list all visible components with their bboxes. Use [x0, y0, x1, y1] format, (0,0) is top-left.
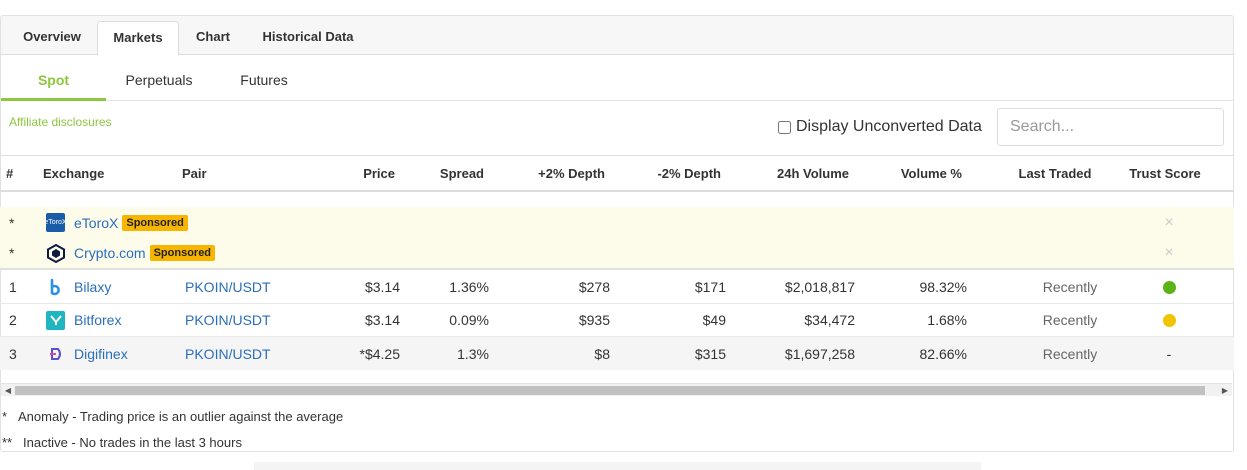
col-volume-header[interactable]: 24h Volume	[725, 156, 849, 190]
col-depth-minus-header[interactable]: -2% Depth	[610, 156, 721, 190]
table-row[interactable]: 3 Digifinex PKOIN/USDT *$4.25 1.3% $8 $3…	[0, 337, 1234, 370]
footnote-anomaly: * Anomaly - Trading price is an outlier a…	[2, 409, 343, 424]
pair-link[interactable]: PKOIN/USDT	[185, 271, 271, 303]
volume-value: $1,697,258	[784, 345, 855, 362]
exchange-cell: eToroX eToroX Sponsored	[44, 207, 188, 238]
price-value: *$4.25	[359, 345, 400, 362]
scrollbar-thumb[interactable]	[15, 386, 1205, 395]
col-price-header[interactable]: Price	[300, 156, 395, 190]
col-exchange-header[interactable]: Exchange	[43, 156, 104, 190]
col-spread-header[interactable]: Spread	[400, 156, 484, 190]
top-tab-bar: Overview Markets Chart Historical Data	[1, 16, 1233, 56]
exchange-link[interactable]: Digifinex	[74, 346, 128, 362]
trust-score-value: -	[1166, 345, 1172, 362]
sponsored-row[interactable]: * eToroX eToroX Sponsored ×	[0, 207, 1234, 239]
spread-value: 0.09%	[449, 312, 489, 328]
col-trust-score-header[interactable]: Trust Score	[1120, 156, 1210, 190]
unconverted-data-toggle[interactable]: Display Unconverted Data	[778, 118, 982, 136]
bottom-strip	[254, 462, 981, 470]
etorox-logo-icon: eToroX	[44, 213, 67, 232]
table-header: # Exchange Pair Price Spread +2% Depth -…	[0, 155, 1234, 192]
depth-plus-value: $8	[594, 345, 610, 362]
last-traded-value: Recently	[1042, 345, 1098, 362]
table-row[interactable]: 2 Bitforex PKOIN/USDT $3.14 0.09% $935 $…	[0, 304, 1234, 337]
market-type-tabs: Spot Perpetuals Futures	[1, 55, 1233, 101]
scroll-left-icon[interactable]: ◀	[3, 386, 13, 395]
spread-value: 1.3%	[457, 345, 489, 362]
tab-markets[interactable]: Markets	[97, 21, 179, 56]
price-value: $3.14	[364, 279, 400, 295]
exchange-cell: Crypto.com Sponsored	[46, 238, 216, 268]
search-input[interactable]	[997, 108, 1224, 146]
unconverted-data-checkbox[interactable]	[778, 120, 791, 134]
tab-perpetuals[interactable]: Perpetuals	[111, 55, 207, 101]
depth-minus-value: $315	[694, 345, 726, 362]
horizontal-scrollbar[interactable]: ◀ ▶	[1, 383, 1232, 396]
tab-futures[interactable]: Futures	[221, 55, 307, 101]
exchange-link[interactable]: Bilaxy	[74, 279, 111, 295]
col-volume-pct-header[interactable]: Volume %	[860, 156, 962, 190]
col-pair-header[interactable]: Pair	[182, 156, 207, 190]
volume-value: $34,472	[804, 312, 855, 328]
col-rank-header[interactable]: #	[6, 156, 13, 190]
trust-score-cell	[1120, 271, 1218, 303]
sponsored-badge: Sponsored	[149, 245, 216, 261]
table-row[interactable]: 1 Bilaxy PKOIN/USDT $3.14 1.36% $278 $17…	[0, 271, 1234, 304]
volume-pct-value: 1.68%	[927, 312, 967, 328]
row-rank: 1	[9, 279, 17, 295]
price-value: $3.14	[364, 312, 400, 328]
depth-plus-value: $278	[578, 279, 610, 295]
col-depth-plus-header[interactable]: +2% Depth	[490, 156, 605, 190]
footnote-mark: **	[2, 435, 13, 450]
footnote-text: Inactive - No trades in the last 3 hours	[23, 435, 242, 450]
exchange-cell: Bilaxy	[46, 271, 111, 303]
spread-value: 1.36%	[449, 279, 489, 295]
unconverted-data-label: Display Unconverted Data	[796, 118, 982, 135]
digifinex-logo-icon	[46, 344, 65, 363]
exchange-cell: Digifinex	[46, 337, 128, 370]
volume-pct-value: 98.32%	[919, 279, 967, 295]
last-traded-value: Recently	[1042, 312, 1098, 328]
depth-minus-value: $49	[702, 312, 726, 328]
col-last-traded-header[interactable]: Last Traded	[1005, 156, 1105, 190]
depth-minus-value: $171	[694, 279, 726, 295]
footnote-inactive: ** Inactive - No trades in the last 3 hou…	[2, 435, 242, 450]
cryptocom-logo-icon	[46, 243, 65, 263]
affiliate-disclosures-link[interactable]: Affiliate disclosures	[9, 115, 112, 129]
sponsored-badge: Sponsored	[122, 214, 188, 231]
exchange-link[interactable]: Crypto.com	[74, 245, 146, 261]
row-rank: *	[9, 214, 15, 231]
footnote-mark: *	[2, 409, 8, 424]
bilaxy-logo-icon	[46, 278, 65, 297]
exchange-link[interactable]: Bitforex	[74, 312, 121, 328]
tab-overview[interactable]: Overview	[10, 21, 94, 55]
volume-pct-value: 82.66%	[919, 345, 967, 362]
pair-link[interactable]: PKOIN/USDT	[185, 304, 271, 336]
trust-green-icon	[1162, 280, 1176, 294]
exchange-link[interactable]: eToroX	[74, 215, 118, 231]
pair-link[interactable]: PKOIN/USDT	[185, 337, 271, 370]
exchange-cell: Bitforex	[46, 304, 121, 336]
sponsored-row[interactable]: * Crypto.com Sponsored ×	[0, 238, 1234, 270]
tab-spot[interactable]: Spot	[1, 55, 106, 101]
depth-plus-value: $935	[578, 312, 610, 328]
footnote-text: Anomaly - Trading price is an outlier ag…	[18, 409, 344, 424]
bitforex-logo-icon	[46, 310, 65, 330]
trust-unavailable-icon: ×	[1164, 213, 1174, 231]
tab-chart[interactable]: Chart	[183, 21, 243, 55]
tab-historical-data[interactable]: Historical Data	[247, 21, 369, 55]
scroll-right-icon[interactable]: ▶	[1220, 386, 1230, 395]
trust-unavailable-icon: ×	[1164, 244, 1174, 261]
last-traded-value: Recently	[1042, 279, 1098, 295]
row-rank: 3	[9, 345, 17, 362]
trust-score-cell	[1120, 304, 1218, 336]
trust-yellow-icon	[1162, 313, 1176, 327]
row-rank: *	[9, 245, 15, 261]
volume-value: $2,018,817	[784, 279, 855, 295]
row-rank: 2	[9, 312, 17, 328]
